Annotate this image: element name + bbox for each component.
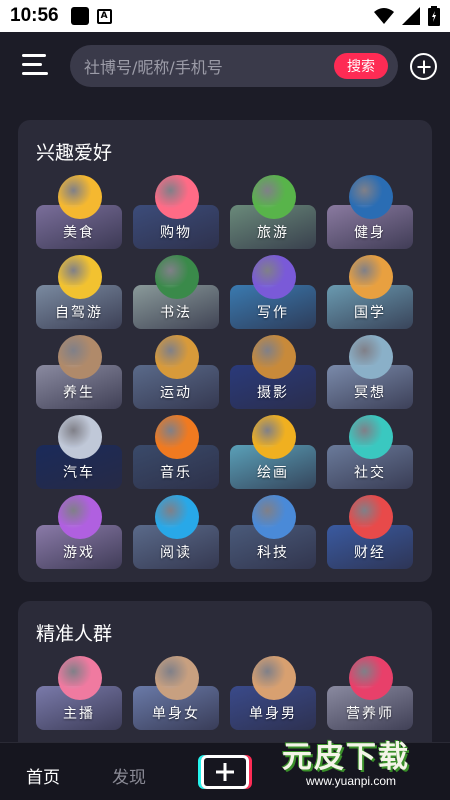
main-content[interactable]: 兴趣爱好 美食 购物 旅游 健身自驾游 书法 写作 国学养生 运动 摄影 冥想汽车 音乐 绘画 社交游戏… bbox=[0, 104, 450, 742]
tile-label: 阅读 bbox=[160, 545, 192, 561]
travel-icon bbox=[252, 175, 296, 219]
single-man-icon bbox=[252, 656, 296, 700]
fitness-icon bbox=[349, 175, 393, 219]
tile-label: 健身 bbox=[354, 225, 386, 241]
calligraphy-icon bbox=[155, 255, 199, 299]
tile-label: 购物 bbox=[160, 225, 192, 241]
tile-label: 冥想 bbox=[354, 385, 386, 401]
interests-tile[interactable]: 养生 bbox=[36, 335, 122, 409]
tile-label: 旅游 bbox=[257, 225, 289, 241]
tile-label: 营养师 bbox=[346, 706, 394, 722]
audience-tile[interactable]: 单身男 bbox=[230, 656, 316, 730]
status-bar: 10:56 A bbox=[0, 0, 450, 32]
wifi-icon bbox=[374, 8, 394, 24]
streamer-icon bbox=[58, 656, 102, 700]
notification-icon bbox=[70, 7, 89, 25]
tile-label: 社交 bbox=[354, 465, 386, 481]
painting-icon bbox=[252, 415, 296, 459]
interests-tile[interactable]: 科技 bbox=[230, 495, 316, 569]
finance-icon bbox=[349, 495, 393, 539]
tile-label: 单身男 bbox=[249, 706, 297, 722]
audience-title: 精准人群 bbox=[36, 623, 113, 645]
interests-tile[interactable]: 购物 bbox=[133, 175, 219, 249]
interests-tile[interactable]: 旅游 bbox=[230, 175, 316, 249]
search-button[interactable]: 搜索 bbox=[334, 53, 388, 79]
music-icon bbox=[155, 415, 199, 459]
interests-tile[interactable]: 社交 bbox=[327, 415, 413, 489]
nav-home[interactable]: 首页 bbox=[26, 763, 60, 788]
status-time: 10:56 bbox=[10, 5, 59, 26]
tile-label: 养生 bbox=[63, 385, 95, 401]
menu-icon[interactable] bbox=[22, 54, 48, 76]
interests-tile[interactable]: 冥想 bbox=[327, 335, 413, 409]
interests-tile[interactable]: 健身 bbox=[327, 175, 413, 249]
tile-label: 美食 bbox=[63, 225, 95, 241]
tile-label: 游戏 bbox=[63, 545, 95, 561]
interests-tile[interactable]: 写作 bbox=[230, 255, 316, 329]
tile-label: 国学 bbox=[354, 305, 386, 321]
interests-tile[interactable]: 书法 bbox=[133, 255, 219, 329]
car-icon bbox=[58, 415, 102, 459]
interests-tile[interactable]: 摄影 bbox=[230, 335, 316, 409]
health-icon bbox=[58, 335, 102, 379]
single-woman-icon bbox=[155, 656, 199, 700]
reading-icon bbox=[155, 495, 199, 539]
audience-tile[interactable]: 主播 bbox=[36, 656, 122, 730]
tech-ai-icon bbox=[252, 495, 296, 539]
tile-label: 科技 bbox=[257, 545, 289, 561]
gamepad-icon bbox=[58, 495, 102, 539]
create-post-button[interactable] bbox=[201, 755, 249, 789]
battery-icon bbox=[428, 6, 440, 26]
tile-label: 财经 bbox=[354, 545, 386, 561]
interests-tile[interactable]: 国学 bbox=[327, 255, 413, 329]
top-bar: 社博号/昵称/手机号 搜索 bbox=[0, 32, 450, 104]
interests-tile[interactable]: 财经 bbox=[327, 495, 413, 569]
tile-label: 音乐 bbox=[160, 465, 192, 481]
audience-tile[interactable]: 单身女 bbox=[133, 656, 219, 730]
watermark-logo: 元皮下载 www.yuanpi.com bbox=[268, 726, 446, 796]
interests-tile[interactable]: 汽车 bbox=[36, 415, 122, 489]
signal-icon bbox=[402, 7, 420, 25]
writing-icon bbox=[252, 255, 296, 299]
sport-icon bbox=[155, 335, 199, 379]
car-trip-icon bbox=[58, 255, 102, 299]
nutritionist-icon bbox=[349, 656, 393, 700]
watermark-url: www.yuanpi.com bbox=[306, 774, 397, 788]
shopping-bag-icon bbox=[155, 175, 199, 219]
interests-section: 兴趣爱好 美食 购物 旅游 健身自驾游 书法 写作 国学养生 运动 摄影 冥想汽车 音乐 绘画 社交游戏… bbox=[18, 120, 432, 582]
tile-label: 主播 bbox=[63, 706, 95, 722]
food-icon bbox=[58, 175, 102, 219]
audience-section: 精准人群 主播 单身女 单身男 营养师 bbox=[18, 601, 432, 742]
tile-label: 汽车 bbox=[63, 465, 95, 481]
tile-label: 自驾游 bbox=[55, 305, 103, 321]
search-placeholder: 社博号/昵称/手机号 bbox=[84, 58, 223, 77]
tile-label: 写作 bbox=[257, 305, 289, 321]
interests-tile[interactable]: 音乐 bbox=[133, 415, 219, 489]
tile-label: 运动 bbox=[160, 385, 192, 401]
meditation-icon bbox=[349, 335, 393, 379]
search-input[interactable]: 社博号/昵称/手机号 搜索 bbox=[70, 45, 398, 87]
nav-discover[interactable]: 发现 bbox=[112, 763, 146, 788]
social-icon bbox=[349, 415, 393, 459]
interests-tile[interactable]: 阅读 bbox=[133, 495, 219, 569]
a-badge-icon: A bbox=[96, 8, 112, 24]
tile-label: 绘画 bbox=[257, 465, 289, 481]
tile-label: 书法 bbox=[160, 305, 192, 321]
interests-tile[interactable]: 绘画 bbox=[230, 415, 316, 489]
interests-tile[interactable]: 游戏 bbox=[36, 495, 122, 569]
interests-tile[interactable]: 自驾游 bbox=[36, 255, 122, 329]
tile-label: 单身女 bbox=[152, 706, 200, 722]
tile-label: 摄影 bbox=[257, 385, 289, 401]
sinology-icon bbox=[349, 255, 393, 299]
interests-tile[interactable]: 美食 bbox=[36, 175, 122, 249]
interests-tile[interactable]: 运动 bbox=[133, 335, 219, 409]
add-circle-icon[interactable] bbox=[410, 53, 437, 80]
interests-title: 兴趣爱好 bbox=[36, 142, 113, 164]
audience-tile[interactable]: 营养师 bbox=[327, 656, 413, 730]
watermark-title: 元皮下载 bbox=[282, 740, 410, 775]
camera-icon bbox=[252, 335, 296, 379]
